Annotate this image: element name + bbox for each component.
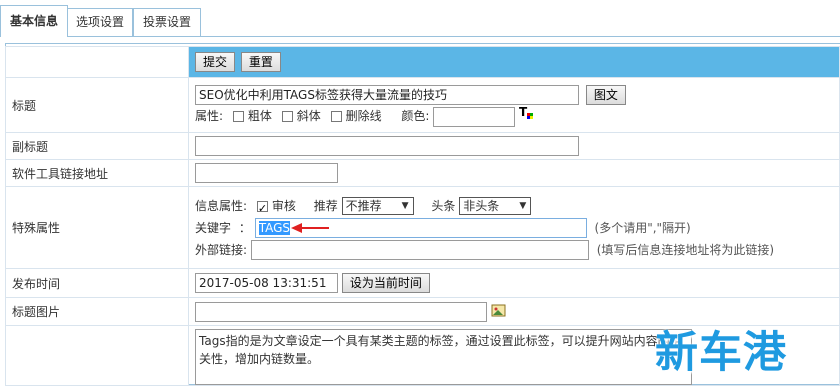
keyword-colon: ： (238, 220, 251, 235)
keyword-label: 关键字 (195, 220, 232, 235)
reset-button[interactable]: 重置 (240, 52, 281, 72)
attr-label: 属性: (195, 109, 224, 123)
form-header-actions: 提交 重置 (188, 46, 840, 78)
dropdown-arrow-icon: ▼ (519, 201, 527, 211)
color-input[interactable] (433, 106, 516, 127)
tab-vote[interactable]: 投票设置 (133, 8, 201, 36)
bold-checkbox[interactable] (232, 111, 244, 122)
external-link-label: 外部链接: (195, 242, 248, 257)
audit-checkbox[interactable] (256, 198, 268, 220)
form-header-label: 增加信息 (5, 46, 189, 78)
special-attr-label: 特殊属性 (5, 186, 189, 269)
keyword-selected-text: TAGS (258, 221, 290, 235)
tab-options[interactable]: 选项设置 (67, 8, 133, 36)
strike-label: 删除线 (345, 109, 382, 123)
submit-button[interactable]: 提交 (195, 52, 236, 72)
headline-label: 头条 (431, 198, 456, 213)
title-image-label: 标题图片 (5, 297, 189, 326)
image-select-icon[interactable] (491, 302, 507, 321)
external-link-hint: (填写后信息连接地址将为此链接) (596, 242, 775, 257)
headline-select[interactable]: 非头条 ▼ (459, 197, 532, 215)
info-attr-label: 信息属性: (195, 198, 248, 213)
recommend-select[interactable]: 不推荐 ▼ (341, 197, 414, 215)
software-link-input[interactable] (195, 163, 338, 183)
publish-time-input[interactable]: 2017-05-08 13:31:51 (195, 273, 338, 293)
color-picker-icon[interactable]: T (519, 105, 535, 128)
color-label: 颜色: (401, 109, 430, 123)
subtitle-input[interactable] (195, 136, 579, 156)
recommend-label: 推荐 (313, 198, 338, 213)
dropdown-arrow-icon: ▼ (401, 201, 409, 211)
title-label: 标题 (5, 77, 189, 133)
summary-label (5, 325, 189, 386)
image-text-button[interactable]: 图文 (585, 84, 626, 105)
watermark-logo: 新车港 (655, 328, 787, 378)
audit-label: 审核 (271, 198, 296, 213)
strike-checkbox[interactable] (330, 111, 342, 122)
summary-textarea[interactable]: Tags指的是为文章设定一个具有某类主题的标签，通过设置此标签，可以提升网站内容… (195, 329, 692, 385)
title-input[interactable]: SEO优化中利用TAGS标签获得大量流量的技巧 (195, 84, 579, 105)
svg-text:T: T (519, 105, 528, 119)
software-link-label: 软件工具链接地址 (5, 159, 189, 187)
publish-time-label: 发布时间 (5, 268, 189, 298)
keyword-hint: (多个请用","隔开) (594, 220, 691, 235)
italic-checkbox[interactable] (281, 111, 293, 122)
tab-bar: 基本信息 选项设置 投票设置 (0, 0, 840, 37)
red-arrow-icon (291, 222, 329, 233)
title-image-input[interactable] (195, 301, 487, 322)
subtitle-label: 副标题 (5, 132, 189, 160)
external-link-input[interactable] (250, 240, 589, 260)
bold-label: 粗体 (247, 109, 272, 123)
italic-label: 斜体 (296, 109, 321, 123)
set-current-time-button[interactable]: 设为当前时间 (341, 273, 430, 293)
tab-basic-info[interactable]: 基本信息 (0, 5, 68, 37)
